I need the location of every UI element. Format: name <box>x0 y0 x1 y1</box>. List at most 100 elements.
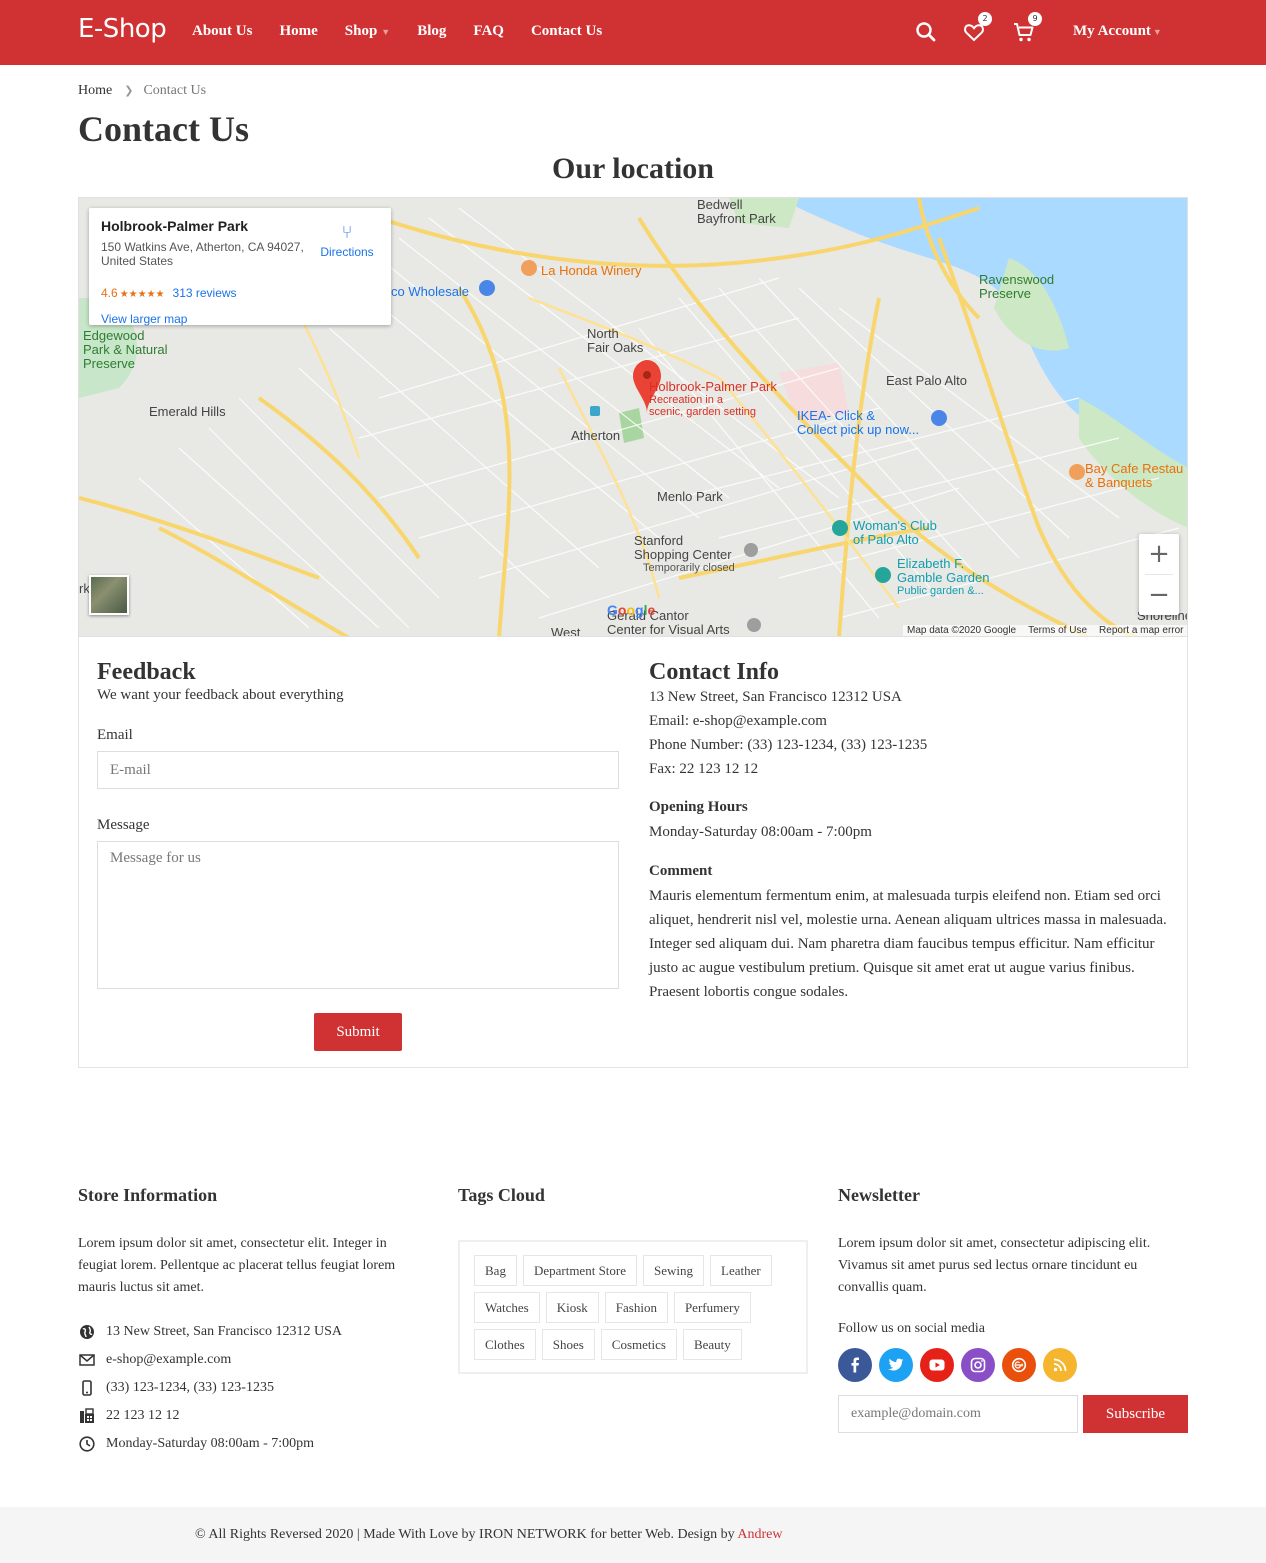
newsletter-title: Newsletter <box>838 1185 920 1205</box>
page-title: Contact Us <box>78 109 249 149</box>
tag-kiosk[interactable]: Kiosk <box>545 1292 599 1323</box>
map-label-bay-cafe: Bay Cafe Restau & Banquets <box>1085 461 1184 490</box>
map-label-edgewood: Edgewood Park & Natural Preserve <box>83 328 168 371</box>
map-label-west: West <box>551 625 581 637</box>
globe-icon <box>78 1323 96 1341</box>
instagram-icon[interactable] <box>961 1348 995 1382</box>
opening-hours: Monday-Saturday 08:00am - 7:00pm <box>649 824 872 840</box>
nav-about-us[interactable]: About Us <box>192 23 252 40</box>
message-textarea[interactable]: Message for us <box>97 841 619 989</box>
tag-fashion[interactable]: Fashion <box>604 1292 668 1323</box>
star-rating-icon: ★★★★★ <box>119 289 165 300</box>
breadcrumb-home[interactable]: Home <box>78 83 112 98</box>
place-address: 150 Watkins Ave, Atherton, CA 94027, Uni… <box>101 240 304 268</box>
email-label: Email <box>97 727 133 743</box>
envelope-icon <box>78 1351 96 1369</box>
tags-cloud-title: Tags Cloud <box>458 1185 545 1205</box>
directions-label: Directions <box>320 245 374 259</box>
map-label-north-fair-oaks: North Fair Oaks <box>587 326 644 355</box>
copyright-text: © All Rights Reversed 2020 | Made With L… <box>195 1527 783 1543</box>
tag-clothes[interactable]: Clothes <box>474 1329 536 1360</box>
map-place-card: Holbrook-Palmer Park 150 Watkins Ave, At… <box>89 208 391 326</box>
clock-icon <box>78 1435 96 1453</box>
map-label-temporarily-closed: Temporarily closed <box>643 562 735 574</box>
google-logo: Google <box>607 602 656 618</box>
map-label-ikea: IKEA- Click & Collect pick up now... <box>797 408 920 437</box>
youtube-icon[interactable] <box>920 1348 954 1382</box>
tag-shoes[interactable]: Shoes <box>541 1329 595 1360</box>
submit-button[interactable]: Submit <box>314 1013 402 1051</box>
store-address: 13 New Street, San Francisco 12312 USA <box>106 1324 343 1339</box>
store-phone: (33) 123-1234, (33) 123-1235 <box>106 1380 274 1395</box>
nav-shop[interactable]: Shop ▼ <box>345 23 390 40</box>
tag-watches[interactable]: Watches <box>474 1292 540 1323</box>
map-label-public-garden: Public garden &... <box>897 585 984 597</box>
site-logo[interactable]: E-Shop <box>78 14 167 44</box>
chevron-right-icon: ❯ <box>124 84 134 97</box>
tag-bag[interactable]: Bag <box>474 1255 517 1286</box>
google-map[interactable]: Bedwell Bayfront Park La Honda Winery co … <box>78 197 1188 637</box>
designer-link[interactable]: Andrew <box>737 1527 782 1542</box>
store-info-text: Lorem ipsum dolor sit amet, consectetur … <box>78 1236 396 1295</box>
store-address-row: 13 New Street, San Francisco 12312 USA <box>78 1318 342 1346</box>
my-account-menu[interactable]: My Account ▼ <box>1073 23 1162 40</box>
tag-sewing[interactable]: Sewing <box>643 1255 705 1286</box>
feedback-title: Feedback <box>97 659 196 685</box>
cart-icon[interactable]: 9 <box>1012 12 1042 44</box>
rss-icon[interactable] <box>1043 1348 1077 1382</box>
tag-department-store[interactable]: Department Store <box>522 1255 638 1286</box>
map-pin-desc: Recreation in a scenic, garden setting <box>649 394 757 418</box>
facebook-icon[interactable] <box>838 1348 872 1382</box>
store-fax-row: 22 123 12 12 <box>78 1402 342 1430</box>
tag-cosmetics[interactable]: Cosmetics <box>600 1329 677 1360</box>
map-label-menlo-park: Menlo Park <box>657 489 723 504</box>
feedback-subtitle: We want your feedback about everything <box>97 687 344 703</box>
nav-faq[interactable]: FAQ <box>473 23 504 40</box>
map-data-credit: Map data ©2020 Google <box>907 625 1017 636</box>
store-hours: Monday-Saturday 08:00am - 7:00pm <box>106 1436 315 1451</box>
location-title: Our location <box>552 152 714 185</box>
tag-beauty[interactable]: Beauty <box>682 1329 742 1360</box>
my-account-label: My Account <box>1073 23 1151 39</box>
wishlist-heart-icon[interactable]: 2 <box>962 12 992 44</box>
opening-hours-title: Opening Hours <box>649 799 748 815</box>
nav-home[interactable]: Home <box>279 23 317 40</box>
tag-perfumery[interactable]: Perfumery <box>673 1292 751 1323</box>
map-label-emerald-hills: Emerald Hills <box>149 404 226 419</box>
contact-fax: Fax: 22 123 12 12 <box>649 761 759 777</box>
search-icon[interactable] <box>914 20 938 44</box>
directions-button[interactable]: ⑂ Directions <box>317 222 377 259</box>
contact-info-title: Contact Info <box>649 659 779 685</box>
contact-address: 13 New Street, San Francisco 12312 USA <box>649 689 902 705</box>
report-error-link[interactable]: Report a map error <box>1099 625 1183 636</box>
google-plus-icon[interactable] <box>1002 1348 1036 1382</box>
satellite-toggle[interactable] <box>89 575 129 615</box>
zoom-in-button[interactable]: + <box>1139 534 1179 574</box>
store-email-row: e-shop@example.com <box>78 1346 342 1374</box>
chevron-down-icon: ▼ <box>1152 27 1162 37</box>
nav-contact-us[interactable]: Contact Us <box>531 23 602 40</box>
contact-info-lines: 13 New Street, San Francisco 12312 USA E… <box>649 685 927 781</box>
contact-phone: Phone Number: (33) 123-1234, (33) 123-12… <box>649 737 928 753</box>
message-label: Message <box>97 817 150 833</box>
map-label-womans-club: Woman's Club of Palo Alto <box>853 518 937 547</box>
main-nav: About Us Home Shop ▼ Blog FAQ Contact Us <box>192 23 629 40</box>
copyright-notice: © All Rights Reversed 2020 | Made With L… <box>195 1527 735 1542</box>
zoom-out-button[interactable]: − <box>1139 575 1179 615</box>
store-email[interactable]: e-shop@example.com <box>106 1352 231 1368</box>
view-larger-map-link[interactable]: View larger map <box>101 312 187 326</box>
newsletter-email-input[interactable]: example@domain.com <box>838 1395 1078 1433</box>
twitter-icon[interactable] <box>879 1348 913 1382</box>
subscribe-button[interactable]: Subscribe <box>1083 1395 1188 1433</box>
nav-blog[interactable]: Blog <box>417 23 446 40</box>
map-label-east-palo-alto: East Palo Alto <box>886 373 967 388</box>
rating-value: 4.6 <box>101 286 118 300</box>
email-field[interactable]: E-mail <box>97 751 619 789</box>
top-navbar: E-Shop About Us Home Shop ▼ Blog FAQ Cont… <box>0 0 1266 65</box>
tag-leather[interactable]: Leather <box>710 1255 772 1286</box>
terms-link[interactable]: Terms of Use <box>1028 625 1087 636</box>
nav-shop-label: Shop <box>344 23 378 39</box>
map-footer: Map data ©2020 Google Terms of Use Report … <box>903 625 1187 636</box>
reviews-link[interactable]: 313 reviews <box>173 286 237 300</box>
store-phone-row: (33) 123-1234, (33) 123-1235 <box>78 1374 342 1402</box>
